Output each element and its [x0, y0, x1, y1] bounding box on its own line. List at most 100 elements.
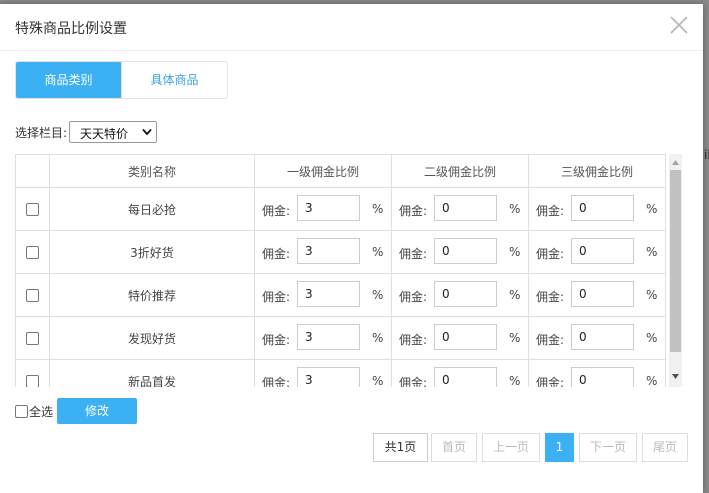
rate-value: 3 [305, 201, 313, 215]
tab-product[interactable]: 具体商品 [121, 62, 227, 98]
level2-rate-input[interactable]: 0 [434, 195, 497, 221]
commission-dialog: 特殊商品比例设置 商品类别 具体商品 选择栏目: 天天特价 类别名称 一级佣金比… [0, 4, 703, 493]
percent-label: % [372, 288, 384, 302]
level1-rate-cell: 佣金: 3% [254, 359, 392, 387]
rate-label: 佣金: [536, 247, 565, 261]
percent-label: % [509, 331, 521, 345]
row-checkbox[interactable] [26, 288, 39, 302]
select-all-label: 全选 [29, 404, 54, 419]
page-first-button[interactable]: 首页 [431, 433, 477, 462]
category-name: 每日必抢 [49, 187, 255, 231]
column-select-row: 选择栏目: 天天特价 [15, 120, 158, 144]
rate-value: 0 [442, 201, 450, 215]
level3-rate-cell: 佣金: 0% [528, 273, 666, 317]
percent-label: % [646, 331, 658, 345]
percent-label: % [509, 202, 521, 216]
level1-rate-input[interactable]: 3 [297, 281, 360, 307]
scrollbar-thumb[interactable] [670, 170, 681, 352]
percent-label: % [509, 245, 521, 259]
column-select-value: 天天特价 [80, 127, 129, 141]
header-level3-rate: 三级佣金比例 [528, 154, 666, 188]
rate-label: 佣金: [399, 333, 428, 347]
rate-label: 佣金: [262, 333, 291, 347]
rate-value: 3 [305, 244, 313, 258]
rate-label: 佣金: [262, 247, 291, 261]
level3-rate-input[interactable]: 0 [571, 195, 634, 221]
rate-value: 3 [305, 330, 313, 344]
table-scrollbar[interactable] [669, 154, 682, 387]
dialog-header: 特殊商品比例设置 [0, 4, 703, 51]
level1-rate-input[interactable]: 3 [297, 367, 360, 387]
row-checkbox[interactable] [26, 202, 39, 216]
rate-label: 佣金: [262, 204, 291, 218]
select-all-checkbox[interactable] [15, 404, 28, 418]
level1-rate-cell: 佣金: 3% [254, 273, 392, 317]
level3-rate-input[interactable]: 0 [571, 367, 634, 387]
row-checkbox[interactable] [26, 374, 39, 387]
chevron-down-icon [142, 128, 152, 136]
level3-rate-input[interactable]: 0 [571, 281, 634, 307]
percent-label: % [646, 202, 658, 216]
level2-rate-cell: 佣金: 0% [391, 187, 529, 231]
level2-rate-input[interactable]: 0 [434, 367, 497, 387]
category-name: 特价推荐 [49, 273, 255, 317]
page-next-button[interactable]: 下一页 [579, 433, 637, 462]
percent-label: % [646, 374, 658, 387]
rate-label: 佣金: [536, 333, 565, 347]
page-current-button[interactable]: 1 [545, 433, 574, 462]
row-checkbox-cell [15, 273, 50, 317]
level2-rate-cell: 佣金: 0% [391, 316, 529, 360]
rate-value: 0 [442, 287, 450, 301]
column-select-label: 选择栏目: [15, 125, 68, 140]
rate-label: 佣金: [536, 376, 565, 387]
level1-rate-input[interactable]: 3 [297, 238, 360, 264]
row-checkbox-cell [15, 316, 50, 360]
dialog-title: 特殊商品比例设置 [15, 21, 127, 37]
column-select[interactable]: 天天特价 [69, 121, 158, 143]
close-icon[interactable] [668, 14, 690, 36]
level1-rate-input[interactable]: 3 [297, 324, 360, 350]
percent-label: % [646, 245, 658, 259]
level1-rate-input[interactable]: 3 [297, 195, 360, 221]
rate-label: 佣金: [399, 290, 428, 304]
table-row: 每日必抢 佣金: 3% 佣金: 0% 佣金: 0% [15, 187, 666, 231]
level2-rate-cell: 佣金: 0% [391, 230, 529, 274]
header-level1-rate: 一级佣金比例 [254, 154, 392, 188]
rate-label: 佣金: [399, 376, 428, 387]
percent-label: % [372, 202, 384, 216]
rate-label: 佣金: [536, 204, 565, 218]
level2-rate-input[interactable]: 0 [434, 238, 497, 264]
table-row: 特价推荐 佣金: 3% 佣金: 0% 佣金: 0% [15, 273, 666, 317]
header-checkbox-cell [15, 154, 50, 188]
rate-label: 佣金: [536, 290, 565, 304]
level2-rate-cell: 佣金: 0% [391, 359, 529, 387]
edit-button[interactable]: 修改 [57, 398, 137, 424]
row-checkbox[interactable] [26, 245, 39, 259]
scroll-up-icon[interactable] [672, 160, 679, 165]
level2-rate-cell: 佣金: 0% [391, 273, 529, 317]
row-checkbox[interactable] [26, 331, 39, 345]
level2-rate-input[interactable]: 0 [434, 324, 497, 350]
rate-label: 佣金: [399, 247, 428, 261]
percent-label: % [509, 374, 521, 387]
percent-label: % [509, 288, 521, 302]
level2-rate-input[interactable]: 0 [434, 281, 497, 307]
percent-label: % [372, 245, 384, 259]
rate-value: 0 [442, 330, 450, 344]
tab-category[interactable]: 商品类别 [16, 62, 121, 98]
scroll-down-icon[interactable] [672, 374, 679, 379]
rate-value: 0 [579, 287, 587, 301]
select-all-row: 全选 [15, 398, 53, 424]
page-last-button[interactable]: 尾页 [642, 433, 688, 462]
rate-value: 0 [442, 244, 450, 258]
level3-rate-cell: 佣金: 0% [528, 230, 666, 274]
level3-rate-input[interactable]: 0 [571, 238, 634, 264]
tab-bar: 商品类别 具体商品 [15, 61, 228, 99]
table-header-row: 类别名称 一级佣金比例 二级佣金比例 三级佣金比例 [15, 154, 666, 188]
header-category-name: 类别名称 [49, 154, 255, 188]
page-prev-button[interactable]: 上一页 [482, 433, 540, 462]
level3-rate-input[interactable]: 0 [571, 324, 634, 350]
rate-value: 3 [305, 373, 313, 387]
table-row: 3折好货 佣金: 3% 佣金: 0% 佣金: 0% [15, 230, 666, 274]
category-name: 新品首发 [49, 359, 255, 387]
